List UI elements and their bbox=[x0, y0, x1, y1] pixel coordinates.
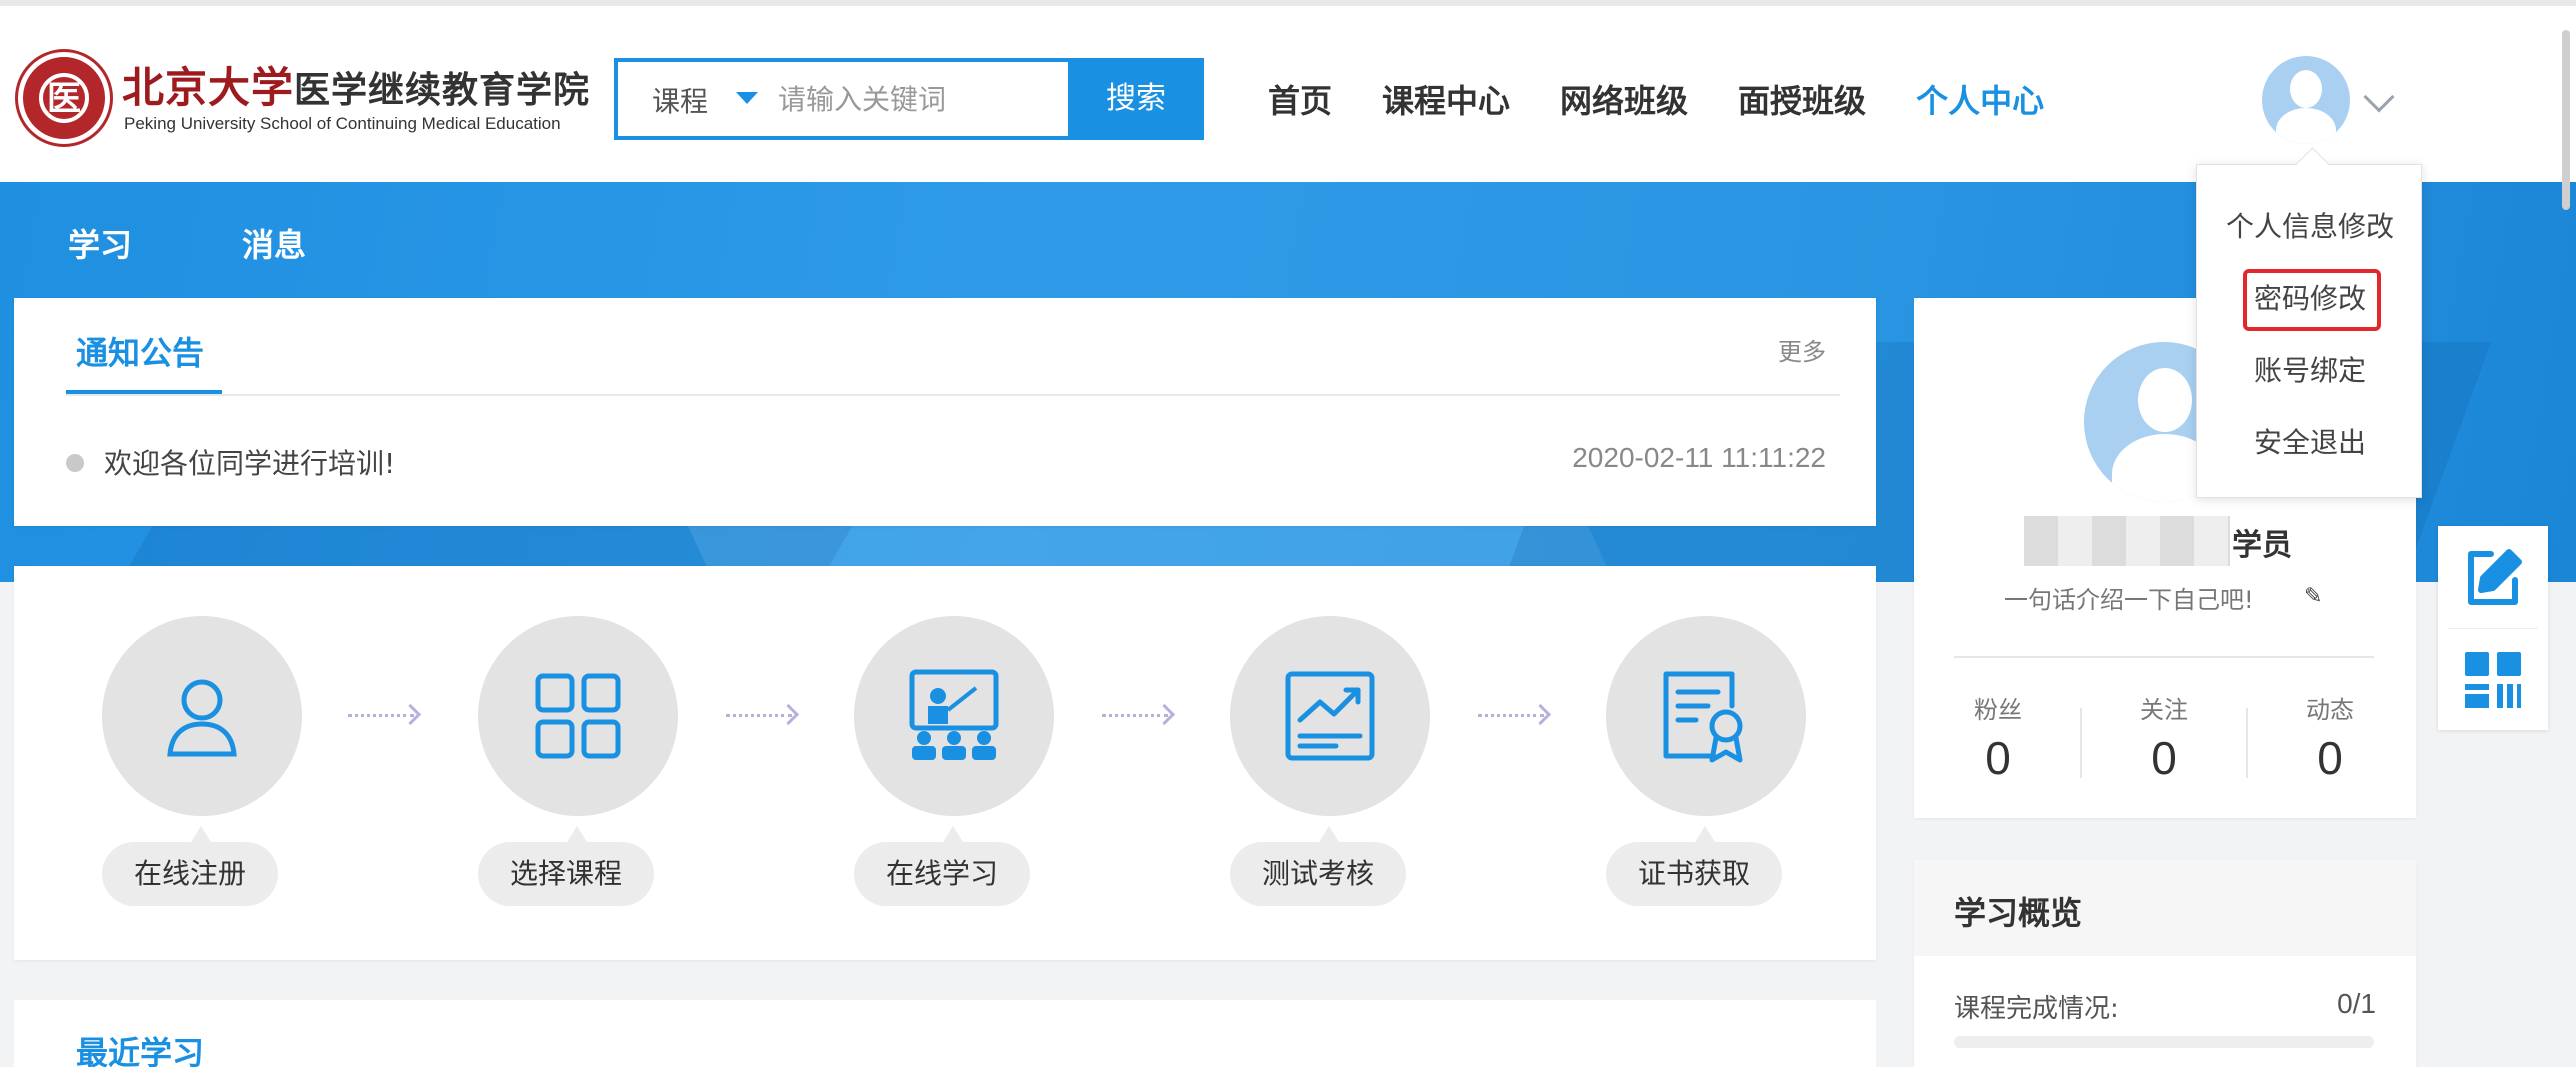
nav-online-class[interactable]: 网络班级 bbox=[1560, 76, 1688, 122]
process-steps-card: 在线注册 选择课程 在线学习 测试考核 证书获取 bbox=[14, 566, 1876, 960]
overview-title: 学习概览 bbox=[1954, 894, 2083, 932]
stat-label: 粉丝 bbox=[1974, 696, 2022, 724]
stat-label: 关注 bbox=[2140, 696, 2188, 724]
avatar[interactable] bbox=[2262, 56, 2350, 144]
nav-offline-class[interactable]: 面授班级 bbox=[1738, 76, 1866, 122]
logo-name-cn-rest: 医学继续教育学院 bbox=[294, 69, 591, 111]
tab-messages[interactable]: 消息 bbox=[242, 220, 306, 266]
step-label: 测试考核 bbox=[1230, 842, 1406, 906]
banner-tabs: 学习 消息 bbox=[68, 220, 416, 266]
stat-value: 0 bbox=[2151, 732, 2177, 784]
recent-study-title[interactable]: 最近学习 bbox=[76, 1028, 204, 1067]
menu-item-logout[interactable]: 安全退出 bbox=[2197, 421, 2423, 461]
course-completion-value: 0/1 bbox=[2337, 988, 2376, 1019]
recent-study-card: 最近学习 bbox=[14, 1000, 1876, 1067]
user-dropdown-menu: 个人信息修改 密码修改 账号绑定 安全退出 bbox=[2196, 164, 2422, 498]
user-icon bbox=[167, 679, 237, 757]
qrcode-icon bbox=[2465, 652, 2521, 708]
menu-item-account-binding[interactable]: 账号绑定 bbox=[2197, 349, 2423, 389]
classroom-icon bbox=[909, 669, 999, 760]
logo-name-en: Peking University School of Continuing M… bbox=[124, 114, 561, 133]
menu-item-change-password[interactable]: 密码修改 bbox=[2197, 277, 2423, 317]
step-circle bbox=[854, 616, 1054, 816]
step-circle bbox=[102, 616, 302, 816]
profile-intro: 一句话介绍一下自己吧! bbox=[2004, 586, 2254, 614]
step-circle bbox=[1230, 616, 1430, 816]
tab-study[interactable]: 学习 bbox=[68, 220, 132, 266]
pencil-icon[interactable]: ✎ bbox=[2304, 584, 2322, 609]
chevron-down-icon[interactable] bbox=[2363, 81, 2395, 113]
caret-down-icon[interactable] bbox=[736, 92, 758, 104]
search-type-select[interactable]: 课程 bbox=[652, 80, 708, 120]
page-scrollbar[interactable] bbox=[2562, 30, 2570, 210]
bullet-icon bbox=[66, 454, 84, 472]
menu-item-edit-profile[interactable]: 个人信息修改 bbox=[2197, 205, 2423, 245]
profile-role: 学员 bbox=[2232, 528, 2292, 563]
stat-label: 动态 bbox=[2306, 696, 2354, 724]
logo-name-cn: 北京大学医学继续教育学院 bbox=[122, 63, 591, 112]
stat-value: 0 bbox=[1985, 732, 2011, 784]
divider bbox=[2246, 708, 2248, 778]
edit-tool-button[interactable] bbox=[2438, 526, 2548, 628]
stat-activity[interactable]: 动态 0 bbox=[2270, 690, 2390, 785]
certificate-icon bbox=[1663, 671, 1743, 763]
stat-value: 0 bbox=[2317, 732, 2343, 784]
main-nav: 首页 课程中心 网络班级 面授班级 个人中心 bbox=[1268, 76, 2094, 122]
arrow-right-icon bbox=[726, 714, 792, 718]
arrow-right-icon bbox=[348, 714, 414, 718]
step-label: 证书获取 bbox=[1606, 842, 1782, 906]
divider bbox=[2080, 708, 2082, 778]
grid-icon bbox=[535, 673, 621, 759]
notice-card: 通知公告 更多 欢迎各位同学进行培训! 2020-02-11 11:11:22 bbox=[14, 298, 1876, 526]
nav-course-center[interactable]: 课程中心 bbox=[1382, 76, 1510, 122]
notice-item-time: 2020-02-11 11:11:22 bbox=[1572, 442, 1826, 473]
course-completion-progress bbox=[1954, 1036, 2374, 1048]
notice-title[interactable]: 通知公告 bbox=[76, 328, 204, 374]
profile-name-redacted bbox=[2024, 516, 2230, 566]
course-completion-label: 课程完成情况: bbox=[1954, 994, 2119, 1024]
side-toolbar bbox=[2438, 526, 2548, 730]
step-circle bbox=[1606, 616, 1806, 816]
divider bbox=[66, 394, 1840, 396]
search-bar: 课程 搜索 bbox=[614, 58, 1204, 140]
chart-board-icon bbox=[1285, 671, 1375, 761]
search-input[interactable] bbox=[778, 76, 1028, 122]
divider bbox=[1954, 656, 2374, 658]
stat-following[interactable]: 关注 0 bbox=[2104, 690, 2224, 785]
study-overview-card: 学习概览 课程完成情况: 0/1 bbox=[1914, 860, 2416, 1067]
site-logo[interactable]: 医 北京大学医学继续教育学院 Peking University School … bbox=[18, 50, 591, 148]
arrow-right-icon bbox=[1478, 714, 1544, 718]
step-label: 在线注册 bbox=[102, 842, 278, 906]
header: 医 北京大学医学继续教育学院 Peking University School … bbox=[0, 0, 2576, 182]
notice-item-text[interactable]: 欢迎各位同学进行培训! bbox=[104, 442, 395, 482]
overview-header: 学习概览 bbox=[1914, 860, 2416, 956]
qrcode-tool-button[interactable] bbox=[2438, 628, 2548, 730]
arrow-right-icon bbox=[1102, 714, 1168, 718]
search-button[interactable]: 搜索 bbox=[1068, 58, 1204, 140]
page: 医 北京大学医学继续教育学院 Peking University School … bbox=[0, 0, 2576, 1067]
nav-home[interactable]: 首页 bbox=[1268, 76, 1332, 122]
step-circle bbox=[478, 616, 678, 816]
stat-followers[interactable]: 粉丝 0 bbox=[1938, 690, 2058, 785]
edit-icon bbox=[2468, 549, 2522, 605]
nav-personal-center[interactable]: 个人中心 bbox=[1916, 76, 2044, 122]
logo-seal-icon: 医 bbox=[18, 52, 110, 144]
step-label: 在线学习 bbox=[854, 842, 1030, 906]
step-label: 选择课程 bbox=[478, 842, 654, 906]
more-link[interactable]: 更多 bbox=[1778, 332, 1826, 367]
